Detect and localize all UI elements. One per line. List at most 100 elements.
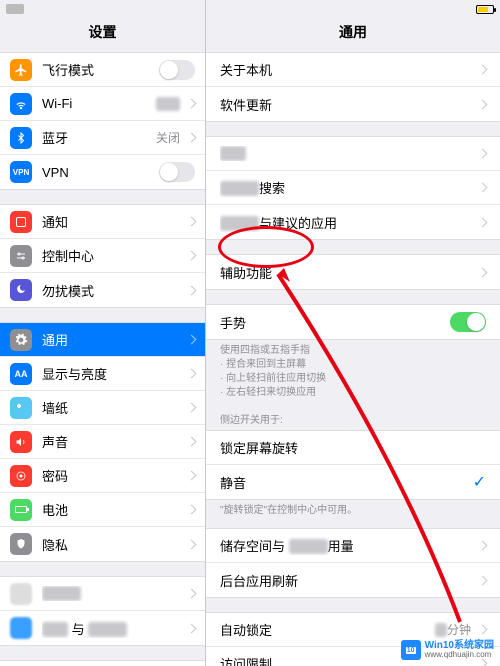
status-bar-right	[206, 0, 500, 18]
passcode-icon	[10, 465, 32, 487]
airplane-label: 飞行模式	[42, 60, 159, 79]
row-search[interactable]: ———搜索	[206, 171, 500, 205]
privacy-icon	[10, 533, 32, 555]
sidebar-item-account1[interactable]: ———	[0, 577, 205, 611]
row-about[interactable]: 关于本机	[206, 53, 500, 87]
row-accessibility[interactable]: 辅助功能	[206, 255, 500, 289]
wifi-label: Wi-Fi	[42, 96, 156, 111]
bluetooth-icon	[10, 127, 32, 149]
general-group-about: 关于本机 软件更新	[206, 52, 500, 122]
airplane-icon	[10, 59, 32, 81]
controlcenter-icon	[10, 245, 32, 267]
sidebar-item-sound[interactable]: 声音	[0, 425, 205, 459]
general-panel: 通用 关于本机 软件更新 —— ———搜索 ———与建议的应用	[206, 0, 500, 666]
wallpaper-icon	[10, 397, 32, 419]
chevron-right-icon	[187, 251, 197, 261]
watermark-url: www.qdhuajin.com	[425, 651, 494, 660]
battery-indicator	[476, 5, 494, 14]
bluetooth-label: 蓝牙	[42, 128, 156, 147]
chevron-right-icon	[187, 471, 197, 481]
general-group-accessibility: 辅助功能	[206, 254, 500, 290]
sidebar-item-bluetooth[interactable]: 蓝牙 关闭	[0, 121, 205, 155]
check-icon: ✓	[473, 472, 486, 492]
chevron-right-icon	[478, 625, 488, 635]
chevron-right-icon	[478, 541, 488, 551]
vpn-icon: VPN	[10, 161, 32, 183]
sidebar-item-controlcenter[interactable]: 控制中心	[0, 239, 205, 273]
wifi-detail-blurred: ——	[156, 97, 180, 111]
sidebar-group-controls: 通知 控制中心 勿扰模式	[0, 204, 205, 308]
row-lock-rotation[interactable]: 锁定屏幕旋转	[206, 431, 500, 465]
chevron-right-icon	[478, 267, 488, 277]
sidebar-item-battery[interactable]: 电池	[0, 493, 205, 527]
chevron-right-icon	[187, 623, 197, 633]
wifi-icon	[10, 93, 32, 115]
chevron-right-icon	[478, 65, 488, 75]
bluetooth-detail: 关闭	[156, 129, 180, 146]
row-software-update[interactable]: 软件更新	[206, 87, 500, 121]
row-bg-refresh[interactable]: 后台应用刷新	[206, 563, 500, 597]
row-gesture[interactable]: 手势	[206, 305, 500, 339]
sidebar-group-apps: ——讯录、日历	[0, 660, 205, 666]
chevron-right-icon	[187, 369, 197, 379]
blurred-icon	[10, 583, 32, 605]
battery-icon	[10, 499, 32, 521]
general-group-features: —— ———搜索 ———与建议的应用	[206, 136, 500, 240]
sidebar-item-calendar[interactable]: ——讯录、日历	[0, 661, 205, 666]
chevron-right-icon	[187, 335, 197, 345]
watermark: 10 Win10系统家园 www.qdhuajin.com	[401, 640, 494, 660]
settings-sidebar: —— 设置 飞行模式 Wi-Fi ——	[0, 0, 206, 666]
general-group-sideswitch: 锁定屏幕旋转 静音 ✓	[206, 430, 500, 500]
gesture-toggle[interactable]	[450, 312, 486, 332]
row-suggested-apps[interactable]: ———与建议的应用	[206, 205, 500, 239]
sidebar-item-vpn[interactable]: VPN VPN	[0, 155, 205, 189]
sidebar-group-accounts: ——— —— 与 ———	[0, 576, 205, 646]
sidebar-group-connectivity: 飞行模式 Wi-Fi —— 蓝牙 关闭 VPN V	[0, 52, 205, 190]
blurred-icon	[10, 617, 32, 639]
general-group-storage: 储存空间与 ———用量 后台应用刷新	[206, 528, 500, 598]
chevron-right-icon	[187, 217, 197, 227]
sidebar-item-wallpaper[interactable]: 墙纸	[0, 391, 205, 425]
watermark-logo: 10	[401, 640, 421, 660]
sidebar-item-airplane[interactable]: 飞行模式	[0, 53, 205, 87]
row-mute[interactable]: 静音 ✓	[206, 465, 500, 499]
display-icon: AA	[10, 363, 32, 385]
row-storage[interactable]: 储存空间与 ———用量	[206, 529, 500, 563]
sidebar-item-privacy[interactable]: 隐私	[0, 527, 205, 561]
status-bar-left: ——	[0, 0, 205, 18]
sidebar-item-general[interactable]: 通用	[0, 323, 205, 357]
sound-icon	[10, 431, 32, 453]
general-group-gesture: 手势	[206, 304, 500, 340]
sidebar-item-passcode[interactable]: 密码	[0, 459, 205, 493]
chevron-right-icon	[187, 133, 197, 143]
gesture-footnote: 使用四指或五指手指 · 捏合来回到主屏幕 · 向上轻扫前往应用切换 · 左右轻扫…	[206, 340, 500, 410]
chevron-right-icon	[478, 575, 488, 585]
row-blurred-1[interactable]: ——	[206, 137, 500, 171]
sidebar-item-wifi[interactable]: Wi-Fi ——	[0, 87, 205, 121]
chevron-right-icon	[187, 505, 197, 515]
chevron-right-icon	[187, 437, 197, 447]
notifications-icon	[10, 211, 32, 233]
chevron-right-icon	[478, 183, 488, 193]
sidebar-item-account2[interactable]: —— 与 ———	[0, 611, 205, 645]
chevron-right-icon	[187, 99, 197, 109]
panel-title: 通用	[206, 18, 500, 52]
chevron-right-icon	[187, 539, 197, 549]
chevron-right-icon	[187, 403, 197, 413]
sidebar-item-display[interactable]: AA 显示与亮度	[0, 357, 205, 391]
chevron-right-icon	[478, 149, 488, 159]
vpn-toggle[interactable]	[159, 162, 195, 182]
gear-icon	[10, 329, 32, 351]
carrier-blurred: ——	[6, 4, 24, 14]
airplane-toggle[interactable]	[159, 60, 195, 80]
chevron-right-icon	[478, 217, 488, 227]
dnd-icon	[10, 279, 32, 301]
sidebar-item-notifications[interactable]: 通知	[0, 205, 205, 239]
side-switch-header: 侧边开关用于:	[206, 410, 500, 430]
sidebar-title: 设置	[0, 18, 205, 52]
vpn-label: VPN	[42, 165, 159, 180]
sidebar-item-dnd[interactable]: 勿扰模式	[0, 273, 205, 307]
sidebar-group-settings: 通用 AA 显示与亮度 墙纸 声音	[0, 322, 205, 562]
sideswitch-footnote: "旋转锁定"在控制中心中可用。	[206, 500, 500, 528]
chevron-right-icon	[478, 99, 488, 109]
